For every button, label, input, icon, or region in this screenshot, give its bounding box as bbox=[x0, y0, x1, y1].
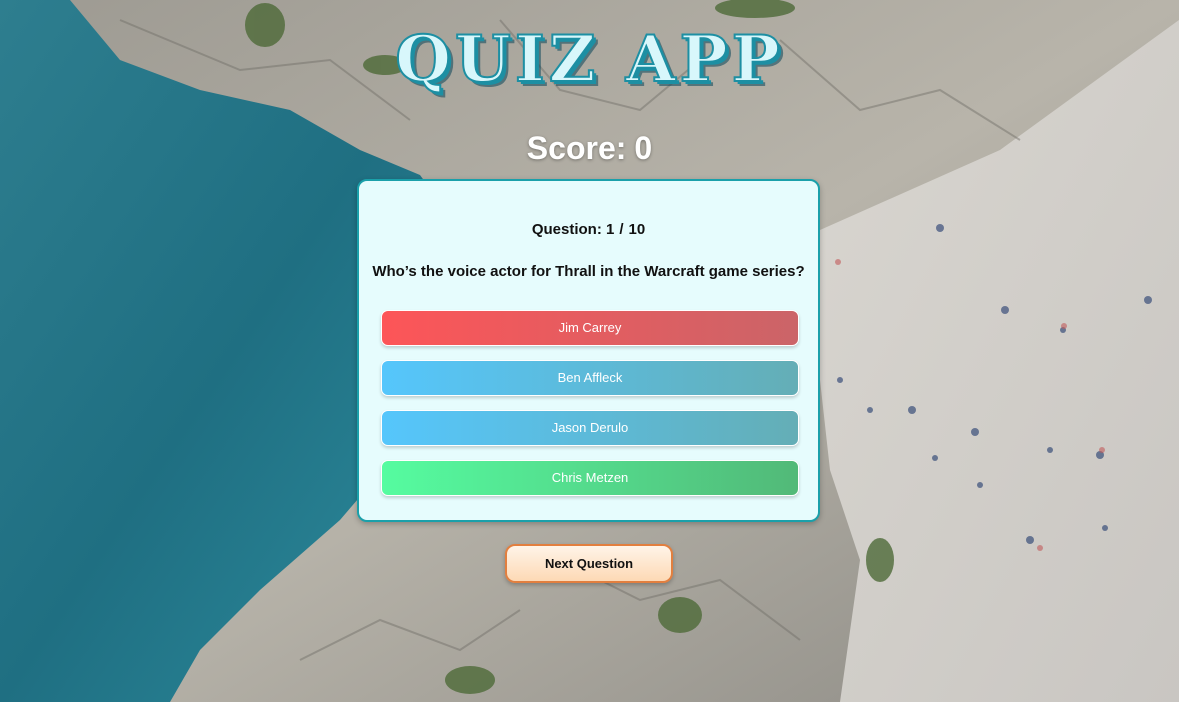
score-display: Score: 0 bbox=[0, 130, 1179, 167]
answer-button-2[interactable]: Ben Affleck bbox=[381, 360, 799, 396]
question-current: 1 bbox=[605, 221, 615, 238]
score-value: 0 bbox=[634, 130, 653, 166]
question-counter-label: Question: bbox=[531, 221, 602, 238]
question-text: Who’s the voice actor for Thrall in the … bbox=[372, 263, 805, 280]
answer-button-3[interactable]: Jason Derulo bbox=[381, 410, 799, 446]
score-label: Score: bbox=[526, 130, 627, 166]
next-question-button[interactable]: Next Question bbox=[505, 544, 673, 583]
question-total: 10 bbox=[628, 221, 646, 238]
answer-button-4[interactable]: Chris Metzen bbox=[381, 460, 799, 496]
question-counter: Question: 1/10 bbox=[359, 221, 818, 238]
question-counter-separator: / bbox=[619, 221, 624, 238]
quiz-card: Question: 1/10 Who’s the voice actor for… bbox=[357, 179, 820, 522]
app-title: QUIZ APP bbox=[394, 21, 784, 98]
answer-button-1[interactable]: Jim Carrey bbox=[381, 310, 799, 346]
